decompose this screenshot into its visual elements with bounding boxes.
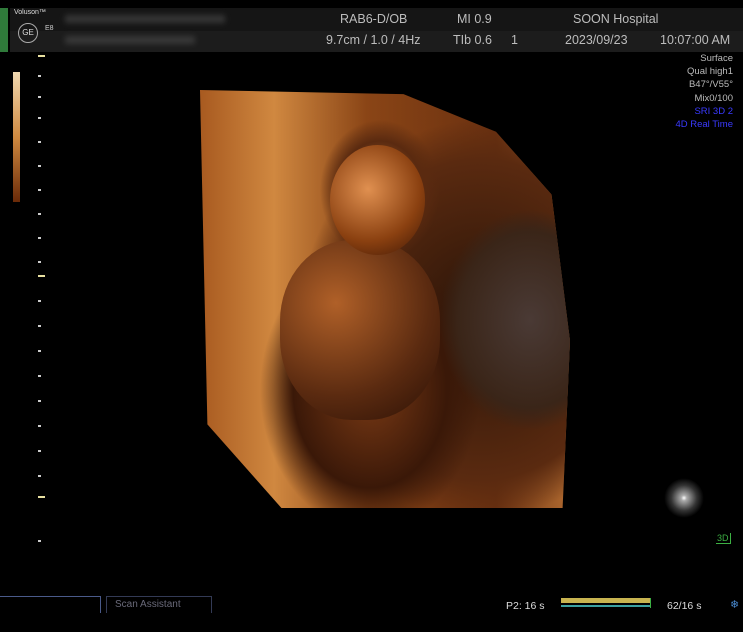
cine-label: P2: 16 s [506,600,545,612]
gray-scale-bar [13,72,20,202]
exam-date: 2023/09/23 [565,33,628,47]
param-sri: SRI 3D 2 [694,106,733,117]
depth-settings: 9.7cm / 1.0 / 4Hz [326,33,421,47]
brand-label: Voluson™ [14,9,46,16]
param-quality: Qual high1 [687,66,733,77]
patient-id-redacted [65,36,195,44]
hospital-name: SOON Hospital [573,12,659,26]
freeze-icon[interactable]: ❄ [730,598,739,611]
tab-scan-assistant[interactable]: Scan Assistant [106,596,212,613]
mi-value: MI 0.9 [457,12,492,26]
param-angles: B47°/V55° [688,79,733,90]
param-render-mode: Surface [700,53,733,64]
model-label: E8 [45,25,54,32]
tib-value: TIb 0.6 [453,33,492,47]
tab-main[interactable] [0,596,101,613]
status-indicator [0,8,8,52]
param-4d-mode: 4D Real Time [675,119,733,130]
ge-logo-icon: GE [18,23,38,43]
exam-time: 10:07:00 AM [660,33,731,47]
tib-index: 1 [511,33,518,47]
fetus-head [330,145,425,255]
probe-label: RAB6-D/OB [340,12,408,26]
cine-frames: 62/16 s [667,600,702,612]
light-source-icon[interactable] [664,478,704,518]
cine-progress-bar[interactable] [561,598,651,608]
patient-name-redacted [65,15,225,23]
mode-badge: 3D [716,533,731,544]
param-mix: Mix0/100 [694,93,733,104]
fetus-body [280,240,440,420]
